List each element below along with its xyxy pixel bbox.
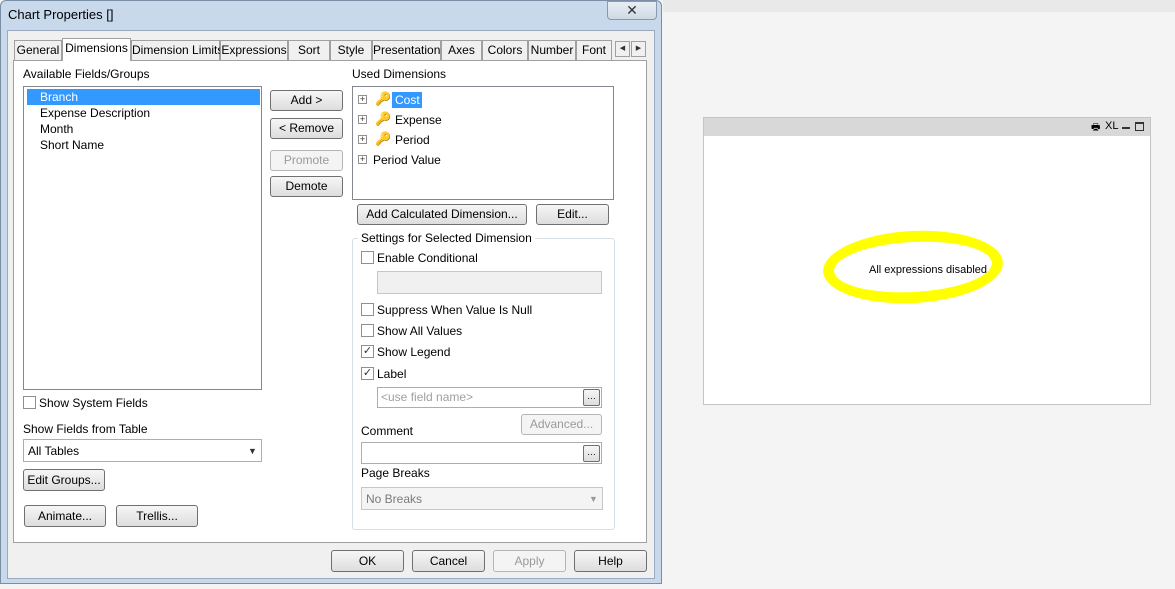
tab-dimensions[interactable]: Dimensions (62, 38, 131, 61)
check-icon: ✓ (362, 345, 373, 357)
list-item[interactable]: Expense Description (27, 105, 260, 121)
chevron-down-icon: ▼ (248, 446, 257, 456)
label-input[interactable]: <use field name> (377, 387, 602, 408)
used-dimension-label: Expense (395, 113, 442, 127)
ok-button[interactable]: OK (331, 550, 404, 572)
arrow-left-icon: ◀ (619, 45, 626, 52)
list-item[interactable]: Month (27, 121, 260, 137)
show-fields-from-table-label: Show Fields from Table (23, 422, 148, 436)
key-icon: 🔑 (375, 111, 392, 126)
remove-button[interactable]: < Remove (270, 118, 343, 139)
expand-icon[interactable]: + (358, 155, 367, 164)
promote-button[interactable]: Promote (270, 150, 343, 171)
animate-button[interactable]: Animate... (24, 505, 106, 527)
edit-groups-button[interactable]: Edit Groups... (23, 469, 105, 491)
tab-scroll-left-button[interactable]: ◀ (615, 41, 630, 57)
print-icon[interactable]: 🖶 (1091, 120, 1100, 137)
used-dimension-label: Period (395, 133, 430, 147)
minimize-icon[interactable] (1122, 127, 1130, 129)
suppress-null-checkbox[interactable] (361, 303, 374, 316)
arrow-right-icon: ▶ (635, 45, 642, 52)
label-placeholder: <use field name> (381, 390, 474, 404)
tab-general[interactable]: General (14, 40, 62, 60)
page-breaks-label: Page Breaks (361, 466, 430, 480)
add-calculated-dimension-button[interactable]: Add Calculated Dimension... (357, 204, 527, 225)
list-item[interactable]: Short Name (27, 137, 260, 153)
sheet-header-strip (663, 0, 1175, 12)
tab-font[interactable]: Font (576, 40, 612, 60)
cancel-button[interactable]: Cancel (412, 550, 485, 572)
show-legend-checkbox[interactable]: ✓ (361, 345, 374, 358)
label-checkbox-label: Label (377, 367, 407, 381)
expand-icon[interactable]: + (358, 135, 367, 144)
tab-dimension-limits[interactable]: Dimension Limits (131, 40, 223, 60)
trellis-button[interactable]: Trellis... (116, 505, 198, 527)
settings-group-label: Settings for Selected Dimension (358, 231, 535, 245)
help-button[interactable]: Help (574, 550, 647, 572)
tab-colors[interactable]: Colors (482, 40, 528, 60)
used-dimension-label: Cost (392, 92, 422, 108)
chart-caption-bar[interactable]: 🖶 XL (704, 118, 1150, 136)
show-legend-label: Show Legend (377, 345, 451, 359)
tab-style[interactable]: Style (330, 40, 372, 60)
table-select[interactable]: All Tables ▼ (23, 439, 262, 462)
dialog-title: Chart Properties [] (8, 7, 114, 22)
used-dimension-label: Period Value (373, 153, 441, 167)
edit-dimension-button[interactable]: Edit... (536, 204, 609, 225)
tab-sort[interactable]: Sort (288, 40, 330, 60)
table-select-value: All Tables (28, 444, 80, 458)
key-icon: 🔑 (375, 91, 392, 106)
check-icon: ✓ (362, 367, 373, 379)
tab-number[interactable]: Number (528, 40, 576, 60)
maximize-icon[interactable] (1135, 122, 1144, 131)
tab-scroll-right-button[interactable]: ▶ (631, 41, 646, 57)
used-dimensions-list[interactable]: + 🔑 Cost + 🔑 Expense + 🔑 Period + Period… (352, 86, 614, 200)
used-dimensions-label: Used Dimensions (352, 67, 447, 81)
label-ellipsis-button[interactable]: … (583, 389, 600, 406)
comment-label: Comment (361, 424, 414, 438)
show-all-values-label: Show All Values (377, 324, 463, 338)
excel-export-icon[interactable]: XL (1105, 120, 1118, 132)
comment-input[interactable] (361, 442, 602, 464)
advanced-button[interactable]: Advanced... (521, 414, 602, 435)
suppress-null-label: Suppress When Value Is Null (377, 303, 533, 317)
tab-axes[interactable]: Axes (441, 40, 482, 60)
chevron-down-icon: ▼ (589, 494, 598, 504)
add-button[interactable]: Add > (270, 90, 343, 111)
tab-presentation[interactable]: Presentation (372, 40, 441, 60)
enable-conditional-checkbox[interactable] (361, 251, 374, 264)
comment-ellipsis-button[interactable]: … (583, 445, 600, 462)
label-checkbox[interactable]: ✓ (361, 367, 374, 380)
available-fields-list[interactable]: Branch Expense Description Month Short N… (23, 86, 262, 390)
show-system-fields-label: Show System Fields (39, 396, 148, 410)
chart-message: All expressions disabled (869, 264, 988, 276)
expand-icon[interactable]: + (358, 95, 367, 104)
list-item[interactable]: Branch (27, 89, 260, 105)
page-breaks-select[interactable]: No Breaks ▼ (361, 487, 603, 510)
page-breaks-value: No Breaks (366, 492, 423, 506)
apply-button[interactable]: Apply (493, 550, 566, 572)
show-system-fields-checkbox[interactable] (23, 396, 36, 409)
show-all-values-checkbox[interactable] (361, 324, 374, 337)
close-button[interactable]: ✕ (607, 1, 657, 20)
enable-conditional-label: Enable Conditional (377, 251, 478, 265)
expand-icon[interactable]: + (358, 115, 367, 124)
conditional-input[interactable] (377, 271, 602, 294)
available-fields-label: Available Fields/Groups (23, 67, 150, 81)
key-icon: 🔑 (375, 131, 392, 146)
demote-button[interactable]: Demote (270, 176, 343, 197)
close-icon: ✕ (626, 2, 638, 18)
tab-expressions[interactable]: Expressions (220, 40, 288, 60)
